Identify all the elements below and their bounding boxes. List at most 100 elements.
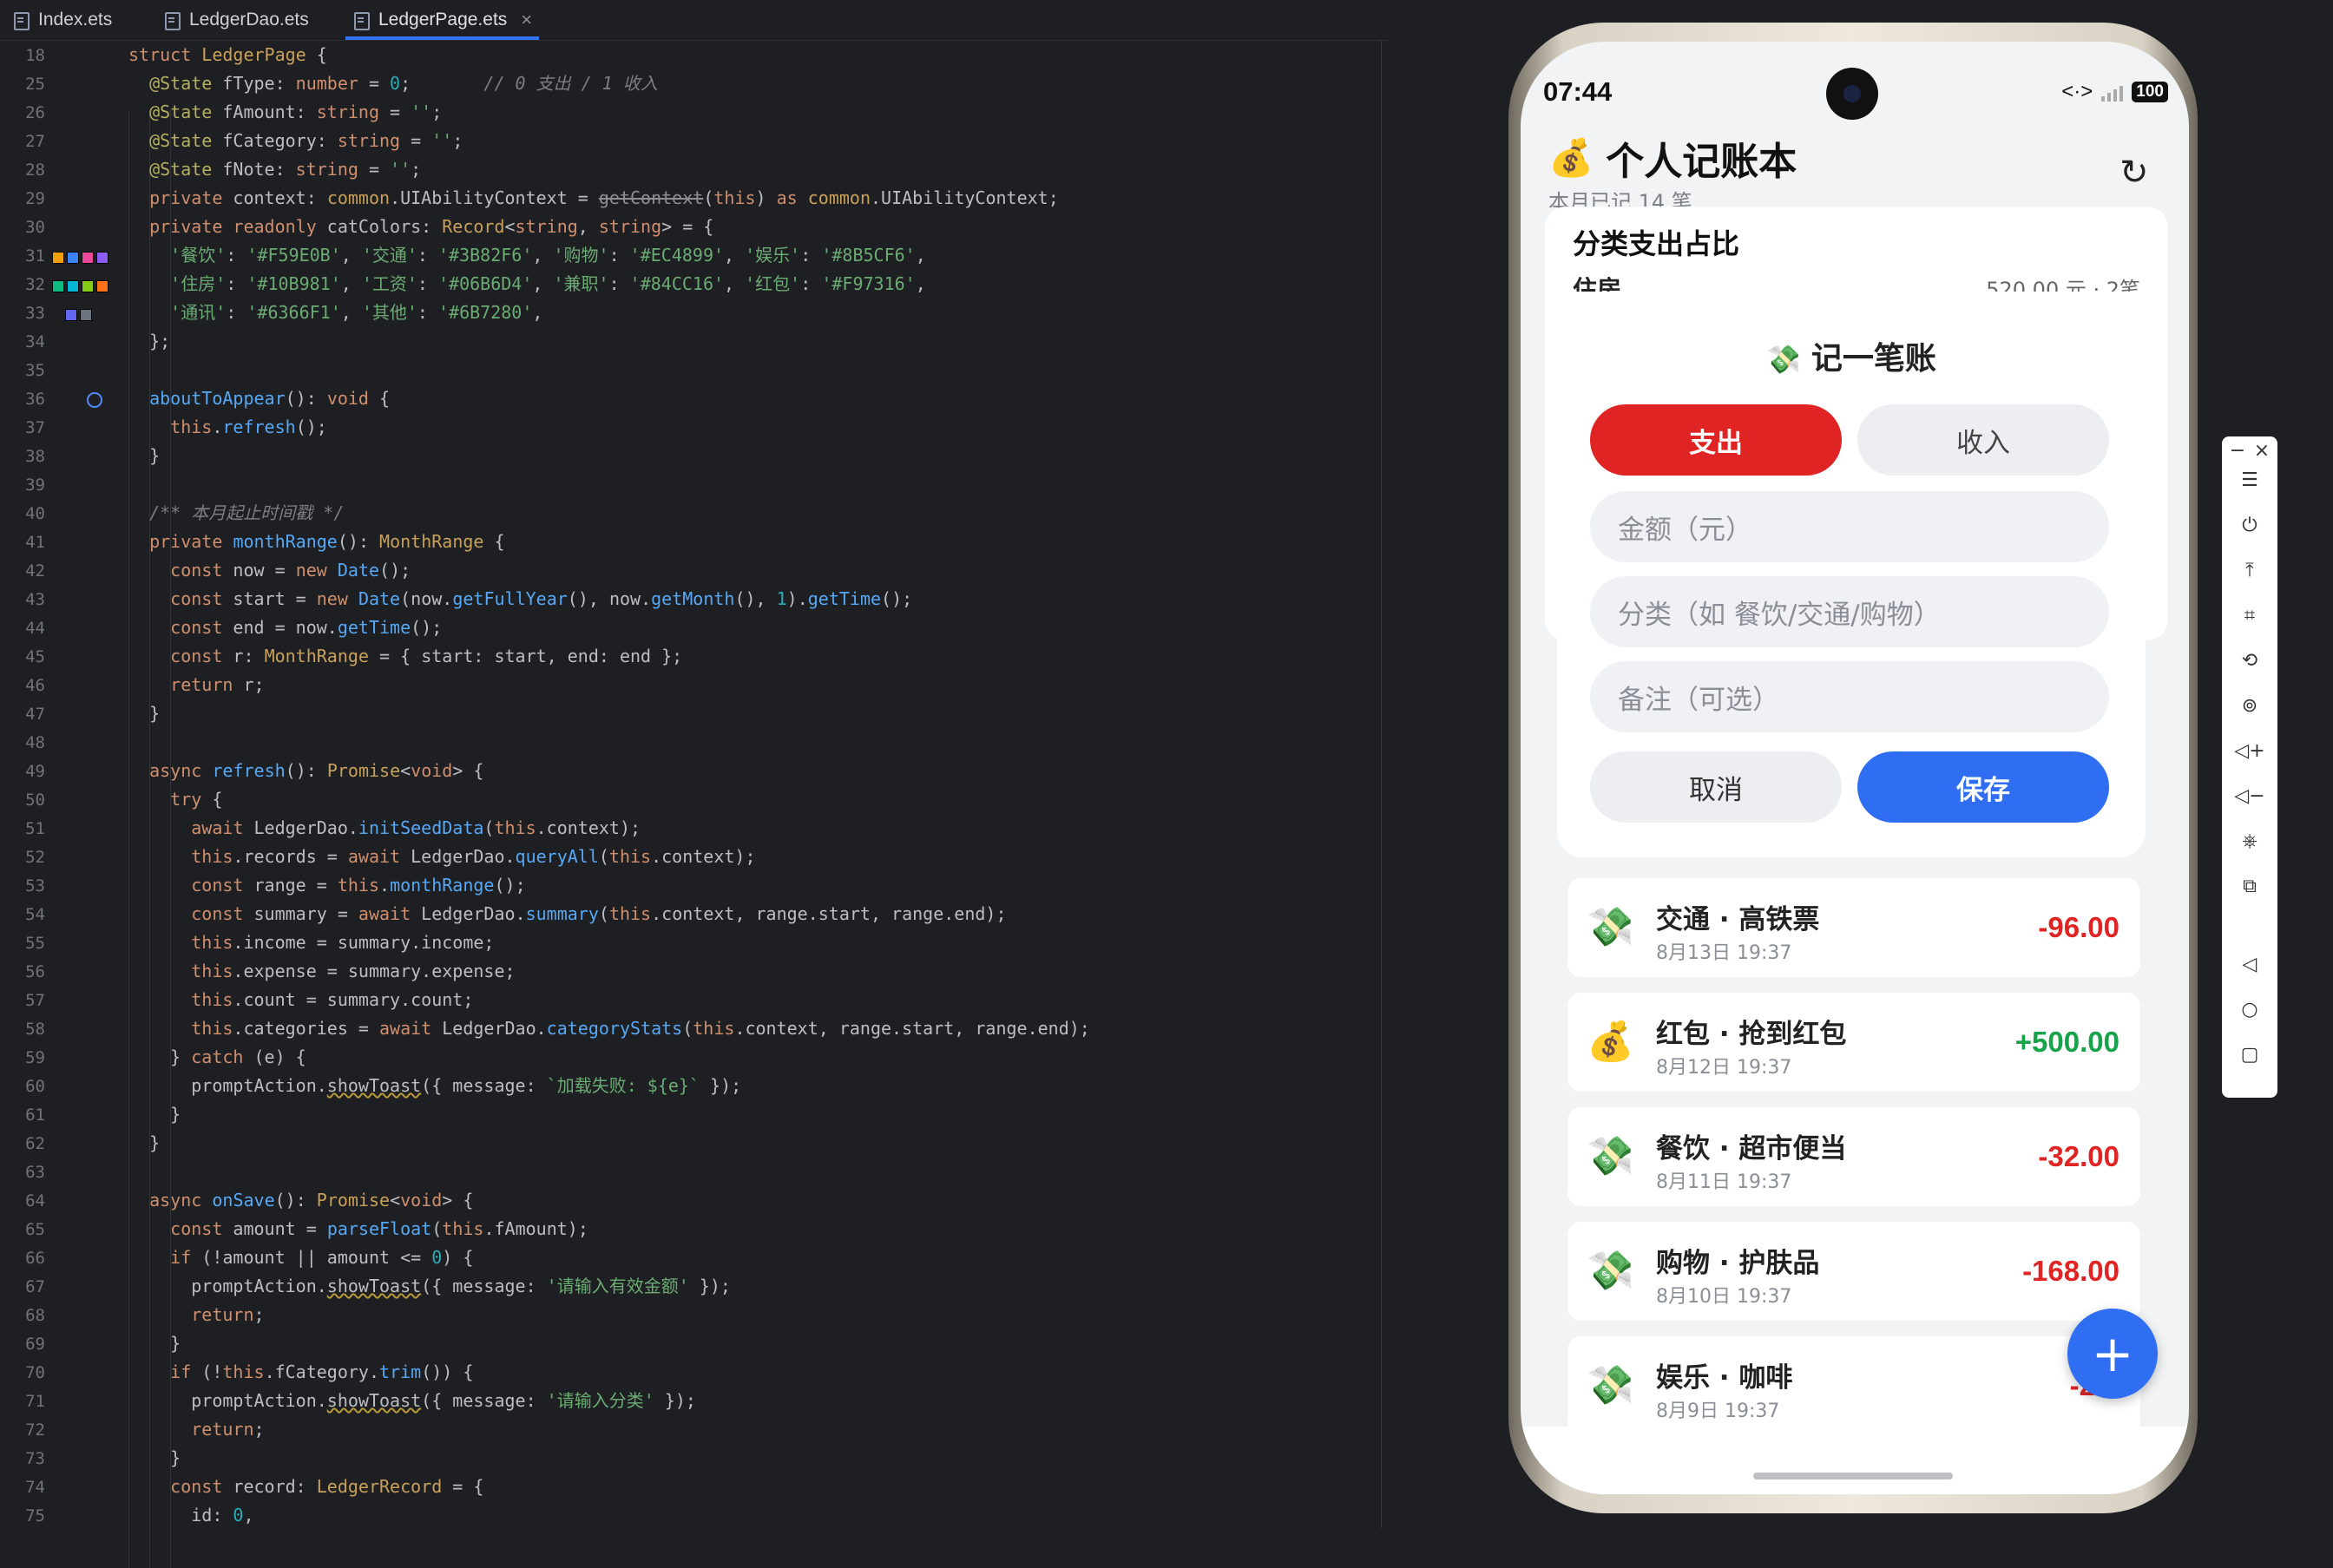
pin-top-icon[interactable]: ⤒ — [2222, 560, 2277, 581]
income-toggle-button[interactable]: 收入 — [1857, 404, 2109, 476]
list-item[interactable]: 💸 交通 · 高铁票 8月13日 19:37 -96.00 — [1567, 878, 2140, 977]
volume-up-icon[interactable]: ◁+ — [2222, 740, 2277, 762]
code-line: async refresh(): Promise<void> { — [149, 760, 484, 781]
code-line: const start = new Date(now.getFullYear()… — [170, 588, 913, 609]
back-icon[interactable]: ◁ — [2222, 954, 2277, 975]
line-number: 59 — [25, 1048, 45, 1067]
color-swatch[interactable] — [52, 252, 64, 264]
emulator-toolbar: − × ☰ ⏻ ⤒ ⌗ ⟲ ⊚ ◁+ ◁− ⎈ ⧉ ◁ ○ ▢ — [2222, 436, 2277, 1098]
amount-input[interactable]: 金额（元） — [1590, 491, 2109, 562]
phone-screen[interactable]: 07:44 <·> 100 💰 个人记账本 本月已记 14 笔 ↻ 分类支出占比… — [1521, 42, 2189, 1494]
code-line: await LedgerDao.initSeedData(this.contex… — [191, 817, 641, 838]
money-wings-icon: 💸 — [1587, 1249, 1634, 1293]
line-number: 64 — [25, 1191, 45, 1210]
file-icon — [352, 11, 370, 30]
power-icon[interactable]: ⏻ — [2222, 515, 2277, 536]
code-line: } — [128, 703, 161, 724]
color-swatch[interactable] — [67, 252, 79, 264]
list-item[interactable]: 💸 餐饮 · 超市便当 8月11日 19:37 -32.00 — [1567, 1107, 2140, 1206]
line-number: 66 — [25, 1249, 45, 1268]
color-swatches-row-3[interactable] — [65, 309, 92, 321]
code-line: promptAction.showToast({ message: `加载失败:… — [128, 1075, 742, 1096]
line-number: 70 — [25, 1363, 45, 1382]
color-swatches-row-1[interactable] — [52, 252, 108, 264]
line-number: 27 — [25, 132, 45, 151]
code-line: '通讯': '#6366F1', '其他': '#6B7280', — [170, 302, 543, 323]
status-indicators: <·> 100 — [2061, 80, 2168, 104]
line-number: 49 — [25, 762, 45, 781]
line-number: 63 — [25, 1163, 45, 1182]
line-number: 25 — [25, 75, 45, 94]
line-number: 18 — [25, 46, 45, 65]
note-input[interactable]: 备注（可选） — [1590, 661, 2109, 732]
code-line: } — [128, 1132, 161, 1153]
signal-icon — [2101, 82, 2124, 102]
record-amount: -96.00 — [2038, 911, 2119, 943]
money-wings-icon: 💸 — [1766, 343, 1801, 376]
camera-icon — [1826, 68, 1878, 120]
list-item[interactable]: 💰 红包 · 抢到红包 8月12日 19:37 +500.00 — [1567, 993, 2140, 1092]
line-number: 65 — [25, 1220, 45, 1239]
color-swatch[interactable] — [80, 309, 92, 321]
tab-ledgerdao-ets[interactable]: LedgerDao.ets — [163, 0, 309, 40]
crop-icon[interactable]: ⌗ — [2222, 605, 2277, 627]
line-number: 51 — [25, 819, 45, 838]
color-swatch[interactable] — [96, 252, 108, 264]
line-number: 33 — [25, 304, 45, 323]
code-line: promptAction.showToast({ message: '请输入分类… — [128, 1390, 696, 1411]
dialog-title: 💸 记一笔账 — [1766, 341, 1936, 377]
money-bag-icon: 💰 — [1587, 1020, 1634, 1064]
add-record-button[interactable]: + — [2067, 1309, 2158, 1399]
code-line: } — [128, 1333, 181, 1354]
gesture-bar[interactable] — [1753, 1473, 1953, 1479]
color-swatch[interactable] — [82, 280, 94, 292]
expense-toggle-button[interactable]: 支出 — [1590, 404, 1842, 476]
code-line: if (!this.fCategory.trim()) { — [170, 1361, 474, 1382]
code-line: /** 本月起止时间戳 */ — [149, 502, 345, 523]
list-item[interactable]: 💸 购物 · 护肤品 8月10日 19:37 -168.00 — [1567, 1222, 2140, 1321]
code-line: this.count = summary.count; — [191, 989, 474, 1010]
line-number: 34 — [25, 332, 45, 351]
close-icon[interactable]: × — [521, 9, 532, 31]
tab-ledgerpage-ets[interactable]: LedgerPage.ets × — [345, 0, 540, 40]
color-swatch[interactable] — [67, 280, 79, 292]
line-number: 46 — [25, 676, 45, 695]
line-number: 71 — [25, 1392, 45, 1411]
location-icon[interactable]: ⊚ — [2222, 695, 2277, 717]
color-swatch[interactable] — [52, 280, 64, 292]
shake-icon[interactable]: ⎈ — [2222, 830, 2277, 852]
line-number: 26 — [25, 103, 45, 122]
category-label: 住房 — [1573, 275, 1622, 292]
menu-icon[interactable]: ☰ — [2222, 469, 2277, 491]
category-input[interactable]: 分类（如 餐饮/交通/购物） — [1590, 576, 2109, 647]
override-method-icon[interactable] — [87, 392, 102, 408]
save-button[interactable]: 保存 — [1857, 751, 2109, 823]
code-line: private context: common.UIAbilityContext… — [149, 187, 1059, 208]
code-line: private monthRange(): MonthRange { — [149, 531, 505, 552]
code-editor[interactable]: struct LedgerPage { @State fType: number… — [128, 41, 1378, 1568]
money-wings-icon: 💸 — [1587, 905, 1634, 949]
refresh-icon[interactable]: ↻ — [2119, 153, 2149, 193]
code-line: promptAction.showToast({ message: '请输入有效… — [128, 1276, 731, 1296]
line-number: 38 — [25, 447, 45, 466]
rotate-icon[interactable]: ⟲ — [2222, 650, 2277, 672]
code-line: @State fAmount: string = ''; — [149, 102, 443, 122]
code-line: const now = new Date(); — [170, 560, 411, 581]
recents-icon[interactable]: ▢ — [2222, 1044, 2277, 1066]
status-bar: 07:44 <·> 100 — [1521, 42, 2189, 120]
list-item[interactable]: 💸 娱乐 · 咖啡 8月9日 19:37 -2 — [1567, 1336, 2140, 1435]
close-icon[interactable]: × — [2234, 440, 2290, 462]
color-swatch[interactable] — [96, 280, 108, 292]
home-icon[interactable]: ○ — [2222, 999, 2277, 1020]
volume-down-icon[interactable]: ◁− — [2222, 785, 2277, 807]
multi-window-icon[interactable]: ⧉ — [2222, 876, 2277, 897]
cancel-button[interactable]: 取消 — [1590, 751, 1842, 823]
line-number: 55 — [25, 934, 45, 953]
tab-index-ets[interactable]: Index.ets — [12, 0, 112, 40]
line-number: 53 — [25, 876, 45, 896]
color-swatches-row-2[interactable] — [52, 280, 108, 292]
line-number: 39 — [25, 476, 45, 495]
color-swatch[interactable] — [82, 252, 94, 264]
color-swatch[interactable] — [65, 309, 77, 321]
category-value: 520.00 元 · 2笔 — [1986, 278, 2140, 292]
